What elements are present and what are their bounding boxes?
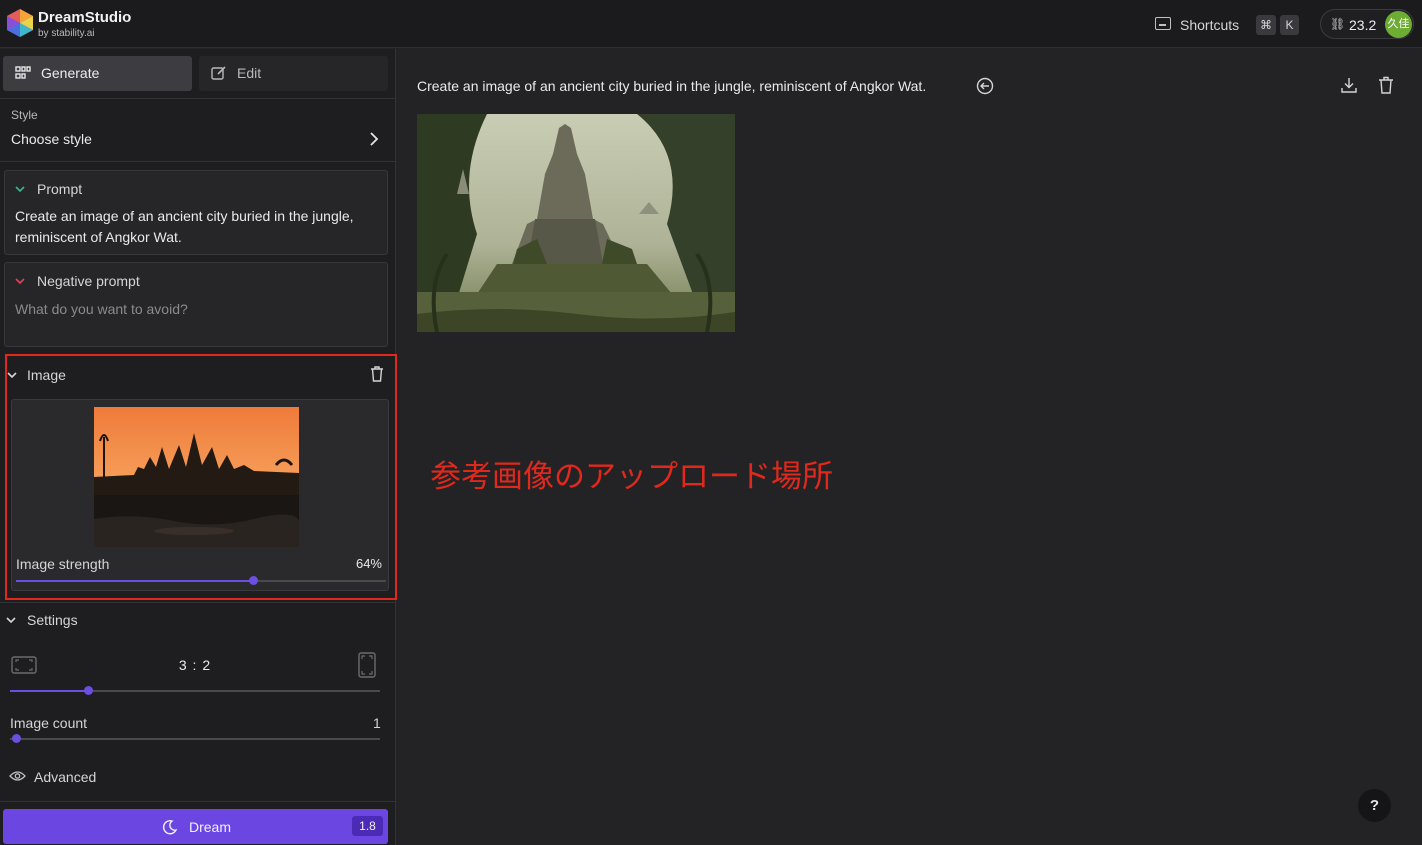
negative-prompt-input[interactable]: What do you want to avoid? [15,299,383,320]
help-button[interactable]: ? [1358,789,1391,822]
credits-badge[interactable]: ⛓ 23.2 久佳 [1320,9,1414,39]
trash-icon[interactable] [1378,76,1394,94]
tab-edit-label: Edit [237,65,262,81]
prompt-title: Prompt [37,181,83,197]
negative-prompt-panel: Negative prompt What do you want to avoi… [4,262,388,347]
generated-image[interactable] [417,114,735,332]
dream-button-label: Dream [189,819,232,835]
image-count-slider[interactable] [10,732,380,746]
dreamstudio-logo-icon[interactable] [6,8,34,38]
reference-image [94,407,299,547]
prompt-panel: Prompt Create an image of an ancient cit… [4,170,388,255]
shortcut-key-cmd: ⌘ [1256,15,1276,35]
tab-generate-label: Generate [41,65,100,81]
chevron-down-icon[interactable] [6,615,16,625]
negative-prompt-title: Negative prompt [37,273,140,289]
aspect-ratio-value: 3 : 2 [178,657,212,673]
slider-track [10,738,380,740]
app-name: DreamStudio [38,9,132,26]
reuse-prompt-icon[interactable] [976,77,994,95]
divider [0,602,395,603]
advanced-toggle[interactable]: Advanced [34,769,96,785]
top-bar: DreamStudio by stability.ai Shortcuts ⌘ … [0,0,1422,48]
download-icon[interactable] [1340,76,1358,94]
prompt-input[interactable]: Create an image of an ancient city burie… [15,206,383,248]
credits-value: 23.2 [1349,17,1377,33]
result-prompt-title: Create an image of an ancient city burie… [417,78,927,94]
image-count-label: Image count [10,715,88,731]
slider-fill [16,580,253,582]
settings-title: Settings [27,612,78,628]
divider [0,161,395,162]
grid-icon [15,66,31,79]
slider-thumb[interactable] [83,686,93,695]
moon-icon [162,820,178,835]
image-strength-label: Image strength [16,556,110,572]
chevron-right-icon[interactable] [367,131,381,147]
edit-icon [211,66,226,80]
slider-thumb[interactable] [12,734,21,743]
sidebar: Generate Edit Style Choose style Prompt … [0,49,397,845]
trash-icon[interactable] [370,366,384,382]
credits-icon: ⛓ [1330,17,1346,31]
tab-edit[interactable]: Edit [199,56,388,91]
aspect-ratio-slider[interactable] [10,684,380,698]
tab-generate[interactable]: Generate [3,56,192,91]
slider-thumb[interactable] [248,576,258,585]
style-label: Style [11,108,38,122]
image-count-value: 1 [373,715,381,731]
shortcuts-button[interactable]: Shortcuts [1180,17,1239,33]
divider [0,98,395,99]
eye-icon [9,771,26,781]
chevron-down-icon[interactable] [15,184,25,194]
main-area: Create an image of an ancient city burie… [397,49,1422,845]
image-section-title: Image [27,367,66,383]
app-subtitle: by stability.ai [38,28,95,39]
style-selector[interactable]: Choose style [11,131,92,147]
keyboard-icon [1155,17,1171,30]
image-strength-value: 64% [355,556,382,571]
chevron-down-icon[interactable] [7,370,17,380]
image-strength-slider[interactable] [16,574,386,588]
avatar[interactable]: 久佳 [1385,11,1412,38]
image-section-highlight: Image Image strength 64% [5,354,397,600]
divider [0,801,395,802]
annotation-text: 参考画像のアップロード場所 [430,459,833,495]
portrait-ratio-icon[interactable] [358,652,376,678]
chevron-down-icon[interactable] [15,276,25,286]
dream-cost-badge: 1.8 [352,816,383,836]
image-upload-area[interactable]: Image strength 64% [11,399,389,591]
shortcut-key-k: K [1280,15,1299,35]
landscape-ratio-icon[interactable] [11,656,37,674]
slider-fill [10,690,88,692]
dream-button[interactable]: Dream 1.8 [3,809,388,844]
